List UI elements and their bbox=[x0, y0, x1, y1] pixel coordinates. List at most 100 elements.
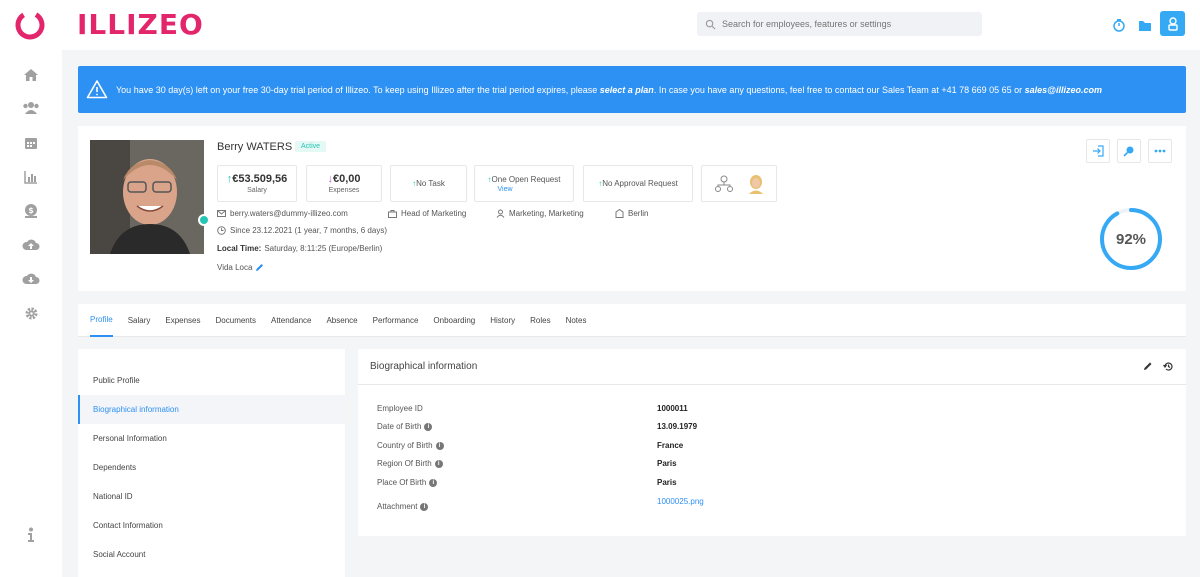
field-label-text: Place Of Birth bbox=[377, 478, 427, 487]
info-icon[interactable]: i bbox=[420, 502, 429, 511]
tab-onboarding[interactable]: Onboarding bbox=[433, 304, 475, 337]
select-plan-link[interactable]: select a plan bbox=[600, 85, 654, 95]
sign-in-as-button[interactable] bbox=[1086, 139, 1110, 163]
section-menu: Public Profile Biographical information Pe… bbox=[78, 349, 345, 577]
info-icon[interactable]: i bbox=[424, 422, 433, 431]
tab-absence[interactable]: Absence bbox=[326, 304, 357, 337]
employee-location: Berlin bbox=[628, 209, 649, 218]
task-stat[interactable]: ↑No Task bbox=[390, 165, 467, 202]
salary-value: €53.509,56 bbox=[232, 173, 288, 185]
role-row: Head of Marketing bbox=[388, 209, 466, 218]
view-request-link[interactable]: View bbox=[497, 186, 512, 193]
field-label: Region Of Birth i bbox=[377, 459, 443, 468]
field-label: Attachment i bbox=[377, 502, 429, 511]
tab-documents[interactable]: Documents bbox=[216, 304, 256, 337]
field-value: France bbox=[657, 441, 684, 450]
info-icon[interactable]: i bbox=[435, 441, 444, 450]
cloud-upload-icon[interactable] bbox=[22, 236, 40, 254]
employee-motto: Vida Loca bbox=[217, 263, 253, 272]
search-bar[interactable] bbox=[697, 12, 982, 36]
attachment-link[interactable]: 1000025.png bbox=[657, 497, 704, 506]
expenses-label: Expenses bbox=[328, 187, 360, 194]
ellipsis-icon bbox=[1154, 149, 1166, 153]
menu-item-social-account[interactable]: Social Account bbox=[78, 540, 345, 569]
sales-email-link[interactable]: sales@illizeo.com bbox=[1025, 85, 1102, 95]
employee-department: Marketing, Marketing bbox=[509, 209, 584, 218]
tab-expenses[interactable]: Expenses bbox=[165, 304, 200, 337]
menu-item-biographical-information[interactable]: Biographical information bbox=[78, 395, 345, 424]
expenses-stat[interactable]: ↓€0,00 Expenses bbox=[306, 165, 382, 202]
gear-icon[interactable] bbox=[22, 304, 40, 322]
folder-icon[interactable] bbox=[1134, 14, 1156, 36]
tab-roles[interactable]: Roles bbox=[530, 304, 550, 337]
field-label: Place Of Birth i bbox=[377, 478, 438, 487]
tab-performance[interactable]: Performance bbox=[373, 304, 419, 337]
envelope-icon bbox=[217, 210, 226, 217]
field-value: Paris bbox=[657, 478, 677, 487]
calendar-icon[interactable] bbox=[22, 134, 40, 152]
status-badge: Active bbox=[295, 141, 327, 152]
tab-attendance[interactable]: Attendance bbox=[271, 304, 311, 337]
history-icon[interactable] bbox=[1163, 361, 1174, 374]
login-icon bbox=[1093, 145, 1104, 157]
users-icon[interactable] bbox=[22, 99, 40, 117]
approval-stat[interactable]: ↑No Approval Request bbox=[583, 165, 693, 202]
employee-role: Head of Marketing bbox=[401, 209, 467, 218]
money-icon[interactable]: $ bbox=[22, 202, 40, 220]
user-icon bbox=[1167, 16, 1178, 31]
search-input[interactable] bbox=[722, 19, 962, 29]
field-label: Employee ID bbox=[377, 404, 423, 413]
brand-logo-text[interactable]: ILLIZEO bbox=[77, 8, 204, 41]
expenses-value: €0,00 bbox=[332, 173, 361, 185]
open-request-label: One Open Request bbox=[491, 174, 561, 184]
online-status-dot bbox=[198, 214, 210, 226]
task-label: No Task bbox=[416, 179, 445, 188]
approval-label: No Approval Request bbox=[602, 179, 678, 188]
home-icon[interactable] bbox=[22, 66, 40, 84]
employment-since: Since 23.12.2021 (1 year, 7 months, 6 da… bbox=[230, 226, 387, 235]
employee-email[interactable]: berry.waters@dummy-illizeo.com bbox=[230, 209, 348, 218]
motto-row: Vida Loca bbox=[217, 263, 268, 272]
tab-profile[interactable]: Profile bbox=[90, 304, 113, 337]
pencil-icon[interactable] bbox=[255, 263, 264, 272]
profile-tabs: Profile Salary Expenses Documents Attendance… bbox=[78, 304, 1186, 337]
open-request-stat[interactable]: ↑One Open Request View bbox=[474, 165, 574, 202]
info-icon[interactable] bbox=[22, 526, 40, 544]
email-row: berry.waters@dummy-illizeo.com bbox=[217, 209, 348, 218]
menu-item-national-id[interactable]: National ID bbox=[78, 482, 345, 511]
logo-icon[interactable] bbox=[14, 9, 46, 41]
timer-icon[interactable] bbox=[1108, 14, 1130, 36]
tab-salary[interactable]: Salary bbox=[128, 304, 151, 337]
field-label: Date of Birth i bbox=[377, 422, 433, 431]
info-icon[interactable]: i bbox=[434, 459, 443, 468]
warning-icon bbox=[86, 80, 108, 99]
building-icon bbox=[615, 209, 624, 218]
org-chart-icon bbox=[715, 175, 733, 192]
employee-name: Berry WATERS bbox=[217, 141, 293, 153]
tab-notes[interactable]: Notes bbox=[566, 304, 587, 337]
more-actions-button[interactable] bbox=[1148, 139, 1172, 163]
menu-item-dependents[interactable]: Dependents bbox=[78, 453, 345, 482]
menu-item-public-profile[interactable]: Public Profile bbox=[78, 366, 345, 395]
field-label-text: Employee ID bbox=[377, 404, 423, 413]
field-label-text: Attachment bbox=[377, 502, 418, 511]
banner-text: You have 30 day(s) left on your free 30-… bbox=[116, 85, 1102, 95]
briefcase-icon bbox=[388, 209, 397, 218]
search-profile-button[interactable] bbox=[1117, 139, 1141, 163]
menu-item-personal-information[interactable]: Personal Information bbox=[78, 424, 345, 453]
local-time-value: Saturday, 8:11:25 (Europe/Berlin) bbox=[264, 244, 383, 253]
since-row: Since 23.12.2021 (1 year, 7 months, 6 da… bbox=[217, 226, 387, 235]
panel-title: Biographical information bbox=[358, 349, 1186, 385]
info-icon[interactable]: i bbox=[429, 478, 438, 487]
menu-item-contact-information[interactable]: Contact Information bbox=[78, 511, 345, 540]
salary-stat[interactable]: ↑€53.509,56 Salary bbox=[217, 165, 297, 202]
user-account-button[interactable] bbox=[1160, 11, 1185, 36]
profile-card: Berry WATERS Active ↑€53.509,56 Salary ↓… bbox=[78, 126, 1186, 291]
tab-history[interactable]: History bbox=[490, 304, 515, 337]
local-time-label: Local Time: bbox=[217, 244, 262, 253]
cloud-download-icon[interactable] bbox=[22, 270, 40, 288]
trial-banner: You have 30 day(s) left on your free 30-… bbox=[78, 66, 1186, 113]
edit-icon[interactable] bbox=[1143, 361, 1153, 374]
chart-icon[interactable] bbox=[22, 168, 40, 186]
manager-stat[interactable] bbox=[701, 165, 777, 202]
